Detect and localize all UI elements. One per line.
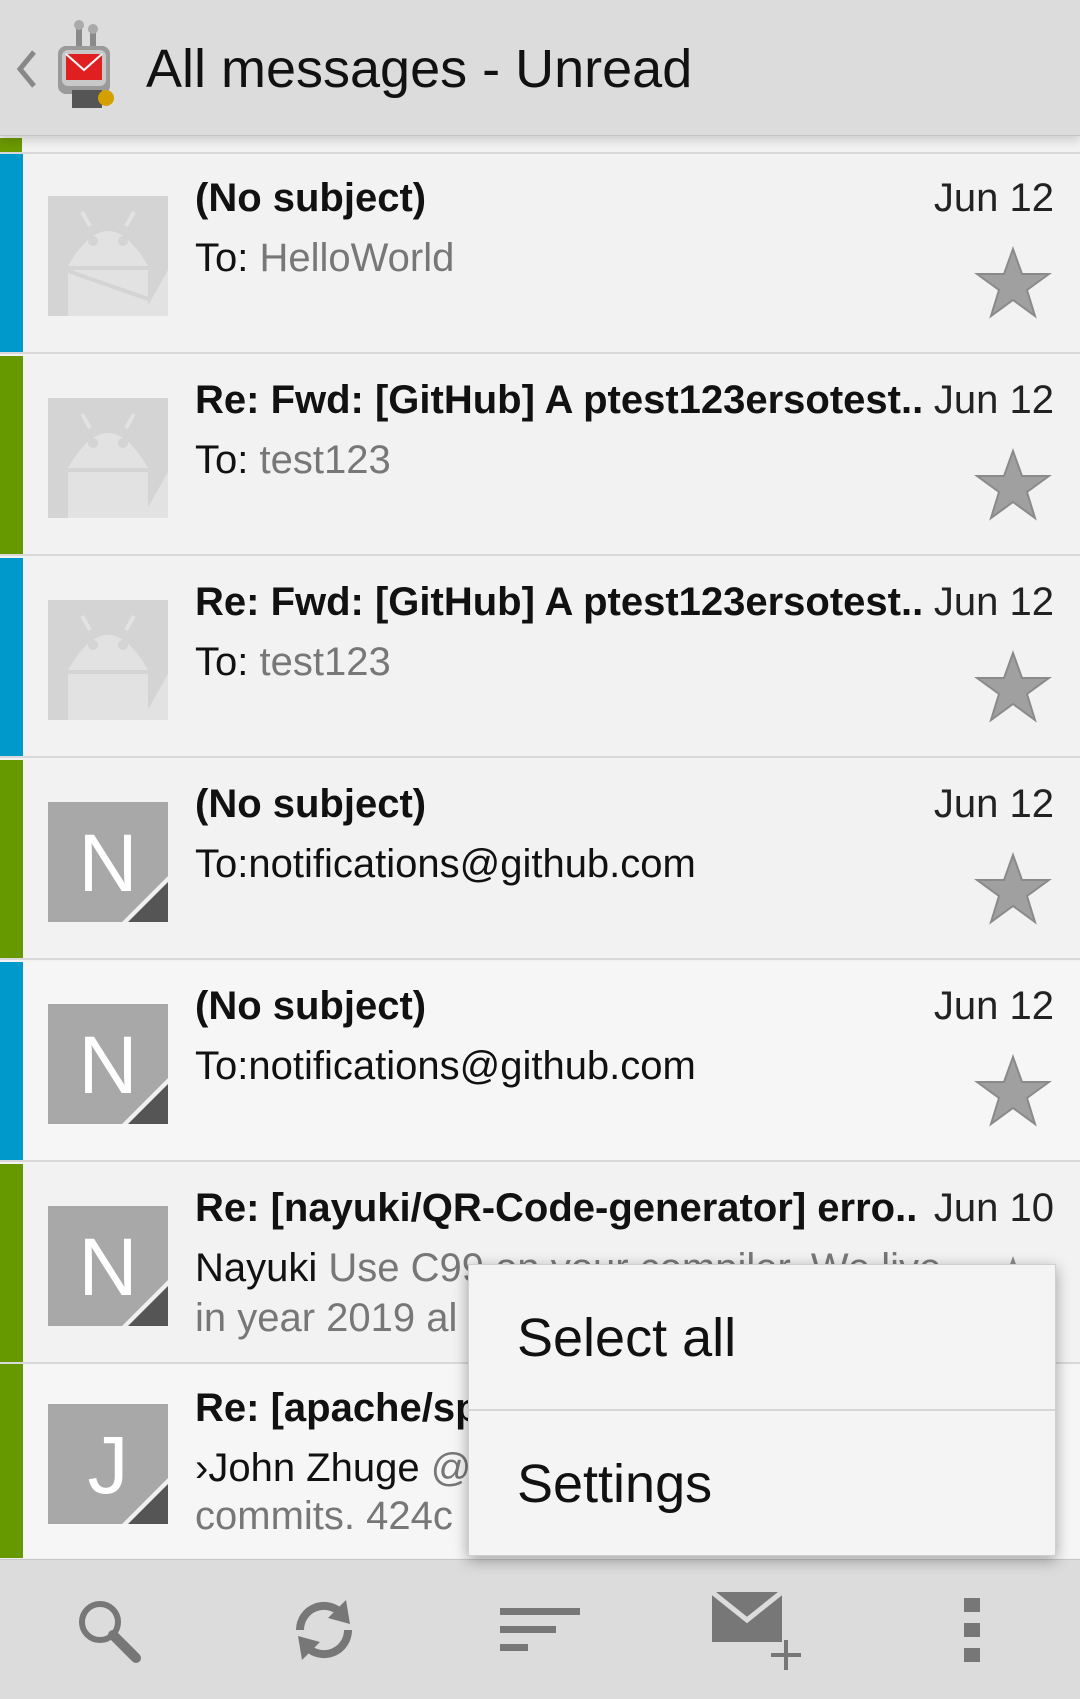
account-color-bar: [0, 154, 23, 352]
recipient-value: notifications@github.com: [248, 842, 696, 886]
message-row[interactable]: Re: Fwd: [GitHub] A ptest123ersotest.. J…: [0, 558, 1080, 758]
message-date: Jun 10: [933, 1186, 1054, 1230]
refresh-button[interactable]: [216, 1560, 432, 1699]
message-preview-line: ›John Zhuge @: [195, 1446, 471, 1491]
menu-item-settings[interactable]: Settings: [469, 1411, 1055, 1557]
menu-item-select-all[interactable]: Select all: [469, 1265, 1055, 1411]
overflow-popup-menu: Select all Settings: [468, 1264, 1056, 1556]
avatar[interactable]: [48, 398, 168, 518]
mail-robot-logo-icon[interactable]: [46, 20, 126, 112]
compose-button[interactable]: [648, 1560, 864, 1699]
account-color-bar: [0, 1164, 23, 1362]
message-preview: @: [430, 1446, 472, 1490]
message-subject: (No subject): [195, 984, 427, 1028]
message-recipient-line: To:notifications@github.com: [195, 1044, 696, 1089]
star-icon[interactable]: [974, 448, 1052, 522]
star-icon[interactable]: [974, 650, 1052, 724]
message-date: Jun 12: [933, 984, 1054, 1028]
avatar[interactable]: [48, 600, 168, 720]
sort-button[interactable]: [432, 1560, 648, 1699]
recipient-label: To:: [195, 1044, 249, 1088]
account-color-bar: [0, 962, 23, 1160]
avatar-corner-fold: [128, 1484, 168, 1524]
recipient-label: To:: [195, 236, 260, 280]
search-icon: [79, 1601, 141, 1663]
message-date: Jun 12: [933, 176, 1054, 220]
avatar-corner-fold: [128, 1286, 168, 1326]
message-subject: (No subject): [195, 176, 427, 220]
overflow-menu-icon: [964, 1598, 980, 1662]
avatar[interactable]: N: [48, 802, 168, 922]
list-edge-accent: [0, 138, 22, 152]
account-color-bar: [0, 558, 23, 756]
android-avatar-icon: [48, 196, 168, 316]
message-row[interactable]: N (No subject) Jun 12 To:notifications@g…: [0, 962, 1080, 1162]
bottom-action-bar: [0, 1559, 1080, 1699]
recipient-label: To:: [195, 438, 260, 482]
message-row[interactable]: (No subject) Jun 12 To: HelloWorld: [0, 154, 1080, 354]
android-avatar-icon: [48, 600, 168, 720]
avatar[interactable]: [48, 196, 168, 316]
star-icon[interactable]: [974, 1054, 1052, 1128]
message-preview-continued: commits. 424c: [195, 1494, 453, 1538]
avatar[interactable]: J: [48, 1404, 168, 1524]
android-avatar-icon: [48, 398, 168, 518]
avatar-corner-fold: [128, 1084, 168, 1124]
message-subject: Re: [nayuki/QR-Code-generator] erro..: [195, 1186, 918, 1230]
recipient-value: notifications@github.com: [248, 1044, 696, 1088]
account-color-bar: [0, 356, 23, 554]
recipient-value: test123: [259, 438, 391, 482]
message-subject: (No subject): [195, 782, 427, 826]
account-color-bar: [0, 1364, 23, 1558]
message-row[interactable]: N (No subject) Jun 12 To:notifications@g…: [0, 760, 1080, 960]
recipient-value: HelloWorld: [259, 236, 455, 280]
message-subject: Re: Fwd: [GitHub] A ptest123ersotest..: [195, 378, 924, 422]
star-icon[interactable]: [974, 852, 1052, 926]
message-recipient-line: To: HelloWorld: [195, 236, 454, 281]
star-icon[interactable]: [974, 246, 1052, 320]
message-recipient-line: To: test123: [195, 640, 391, 685]
recipient-label: To:: [195, 842, 249, 886]
message-recipient-line: To:notifications@github.com: [195, 842, 696, 887]
avatar[interactable]: N: [48, 1206, 168, 1326]
sender-name: ›John Zhuge: [195, 1446, 431, 1490]
message-date: Jun 12: [933, 782, 1054, 826]
message-row[interactable]: Re: Fwd: [GitHub] A ptest123ersotest.. J…: [0, 356, 1080, 556]
account-color-bar: [0, 760, 23, 958]
message-preview-continued: in year 2019 al: [195, 1296, 458, 1340]
sort-icon: [500, 1608, 580, 1651]
overflow-menu-button[interactable]: [864, 1560, 1080, 1699]
message-subject: Re: Fwd: [GitHub] A ptest123ersotest..: [195, 580, 924, 624]
compose-mail-icon: [710, 1590, 801, 1670]
message-recipient-line: To: test123: [195, 438, 391, 483]
page-title: All messages - Unread: [146, 39, 693, 99]
action-bar: All messages - Unread: [0, 0, 1080, 136]
search-button[interactable]: [0, 1560, 216, 1699]
recipient-label: To:: [195, 640, 260, 684]
avatar-corner-fold: [128, 882, 168, 922]
avatar[interactable]: N: [48, 1004, 168, 1124]
recipient-value: test123: [259, 640, 391, 684]
message-date: Jun 12: [933, 378, 1054, 422]
chevron-left-icon[interactable]: [12, 44, 40, 94]
refresh-icon: [295, 1600, 353, 1660]
message-date: Jun 12: [933, 580, 1054, 624]
sender-name: Nayuki: [195, 1246, 329, 1290]
